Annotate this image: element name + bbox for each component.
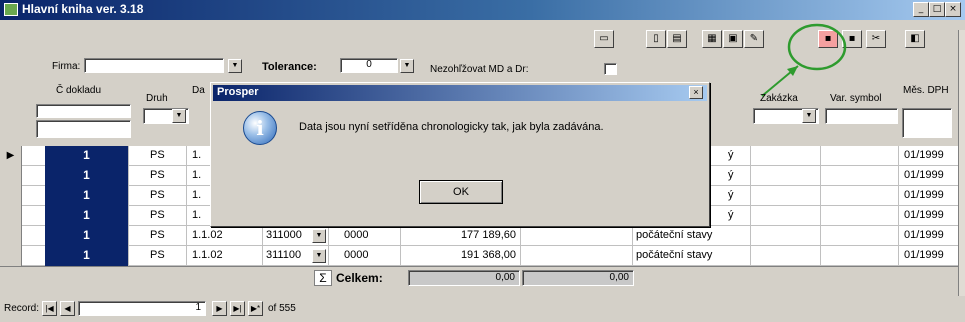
calc-icon[interactable]: ▦: [702, 30, 722, 48]
var-symbol-filter[interactable]: [825, 108, 898, 124]
table-row[interactable]: 1 PS 1.1.02 311100 ▼ 0000 191 368,00 poč…: [0, 246, 958, 266]
castka-cell[interactable]: 177 189,60: [400, 226, 516, 246]
window-titlebar: Hlavní kniha ver. 3.18 _ □ ×: [0, 0, 965, 20]
exit-icon[interactable]: ◧: [905, 30, 925, 48]
druh-dropdown[interactable]: ▼: [172, 109, 186, 123]
datum-cell[interactable]: 1.1.02: [192, 246, 223, 266]
info-icon: i: [243, 111, 277, 145]
stredisko-cell[interactable]: 0000: [344, 226, 368, 246]
col-var-symbol: Var. symbol: [830, 93, 882, 104]
col-druh: Druh: [146, 93, 168, 104]
record-number-field[interactable]: 1: [78, 301, 206, 316]
prev-record-button[interactable]: ◀: [60, 301, 75, 316]
dialog-message: Data jsou nyní setříděna chronologicky t…: [299, 121, 604, 133]
popis-cell[interactable]: ý: [728, 206, 734, 226]
close-button[interactable]: ×: [945, 2, 961, 17]
popis-cell[interactable]: počáteční stavy: [636, 226, 712, 246]
tolerance-label: Tolerance:: [262, 61, 317, 73]
doc-number-cell[interactable]: 1: [45, 186, 128, 206]
col-mes-dph: Měs. DPH: [903, 85, 949, 96]
row-selector[interactable]: [0, 206, 22, 226]
mes-cell[interactable]: 01/1999: [904, 206, 944, 226]
druh-cell[interactable]: PS: [150, 166, 165, 186]
app-icon: [4, 3, 18, 16]
dialog-title: Prosper: [217, 86, 259, 98]
ucet-dropdown[interactable]: ▼: [312, 229, 326, 243]
mes-cell[interactable]: 01/1999: [904, 166, 944, 186]
tolerance-input[interactable]: 0: [340, 58, 398, 73]
stredisko-cell[interactable]: 0000: [344, 246, 368, 266]
mes-cell[interactable]: 01/1999: [904, 226, 944, 246]
row-selector[interactable]: [0, 226, 22, 246]
popis-cell[interactable]: počáteční stavy: [636, 246, 712, 266]
row-selector-current[interactable]: ▶: [0, 146, 22, 166]
table-row[interactable]: 1 PS 1.1.02 311000 ▼ 0000 177 189,60 poč…: [0, 226, 958, 246]
doklad-filter[interactable]: [36, 120, 131, 138]
book-icon[interactable]: ▤: [667, 30, 687, 48]
minimize-button[interactable]: _: [913, 2, 929, 17]
window-title: Hlavní kniha ver. 3.18: [22, 2, 144, 16]
vertical-scrollbar[interactable]: [958, 30, 965, 296]
druh-cell[interactable]: PS: [150, 226, 165, 246]
print-icon[interactable]: ▭: [594, 30, 614, 48]
cut-icon[interactable]: ✂: [866, 30, 886, 48]
datum-cell[interactable]: 1.1.02: [192, 226, 223, 246]
total-md-field: 0,00: [408, 270, 520, 286]
dialog-titlebar: Prosper ×: [213, 85, 707, 101]
datum-cell[interactable]: 1.: [192, 206, 201, 226]
mes-dph-filter[interactable]: [902, 108, 952, 138]
ucet-cell[interactable]: 311100: [266, 246, 301, 266]
tolerance-dropdown[interactable]: ▼: [400, 59, 414, 73]
ucet-cell[interactable]: 311000: [266, 226, 302, 246]
popis-cell[interactable]: ý: [728, 146, 734, 166]
row-selector[interactable]: [0, 166, 22, 186]
mes-cell[interactable]: 01/1999: [904, 186, 944, 206]
doklad-filter-top[interactable]: [36, 104, 131, 118]
col-datum: Da: [192, 85, 205, 96]
doc-number-cell[interactable]: 1: [45, 246, 128, 266]
col-cislo-dokladu: Č dokladu: [56, 85, 102, 96]
druh-cell[interactable]: PS: [150, 146, 165, 166]
totals-label: Celkem:: [336, 271, 383, 285]
copy-icon[interactable]: ▯: [646, 30, 666, 48]
druh-cell[interactable]: PS: [150, 246, 165, 266]
ucet-dropdown[interactable]: ▼: [312, 249, 326, 263]
zakazka-dropdown[interactable]: ▼: [802, 109, 816, 123]
last-record-button[interactable]: ▶|: [230, 301, 245, 316]
doc-number-cell[interactable]: 1: [45, 206, 128, 226]
mes-cell[interactable]: 01/1999: [904, 246, 944, 266]
ok-button[interactable]: OK: [419, 180, 503, 204]
new-record-button[interactable]: ▶*: [248, 301, 263, 316]
row-selector[interactable]: [0, 186, 22, 206]
total-dal-field: 0,00: [522, 270, 634, 286]
firma-input[interactable]: [84, 58, 224, 73]
maximize-button[interactable]: □: [929, 2, 945, 17]
datum-cell[interactable]: 1.: [192, 146, 201, 166]
nezohl-label: Nezohľžovat MD a Dr:: [430, 64, 529, 75]
doc-number-cell[interactable]: 1: [45, 166, 128, 186]
firma-label: Firma:: [52, 61, 81, 72]
druh-cell[interactable]: PS: [150, 186, 165, 206]
mes-cell[interactable]: 01/1999: [904, 146, 944, 166]
highlight-circle: [787, 23, 847, 71]
record-count: of 555: [268, 303, 296, 314]
datum-cell[interactable]: 1.: [192, 186, 201, 206]
prosper-dialog: Prosper × i Data jsou nyní setříděna chr…: [210, 82, 710, 227]
row-selector[interactable]: [0, 246, 22, 266]
col-zakazka: Zakázka: [760, 93, 798, 104]
sum-icon[interactable]: Σ: [314, 270, 332, 286]
nezohl-checkbox[interactable]: [604, 63, 617, 75]
firma-dropdown[interactable]: ▼: [228, 59, 242, 73]
dialog-close-button[interactable]: ×: [689, 86, 703, 99]
record-label: Record:: [4, 303, 40, 314]
doc-number-cell[interactable]: 1: [45, 226, 128, 246]
castka-cell[interactable]: 191 368,00: [400, 246, 516, 266]
druh-cell[interactable]: PS: [150, 206, 165, 226]
next-record-button[interactable]: ▶: [212, 301, 227, 316]
datum-cell[interactable]: 1.: [192, 166, 201, 186]
first-record-button[interactable]: |◀: [42, 301, 57, 316]
popis-cell[interactable]: ý: [728, 186, 734, 206]
doc-number-cell[interactable]: 1: [45, 146, 128, 166]
popis-cell[interactable]: ý: [728, 166, 734, 186]
